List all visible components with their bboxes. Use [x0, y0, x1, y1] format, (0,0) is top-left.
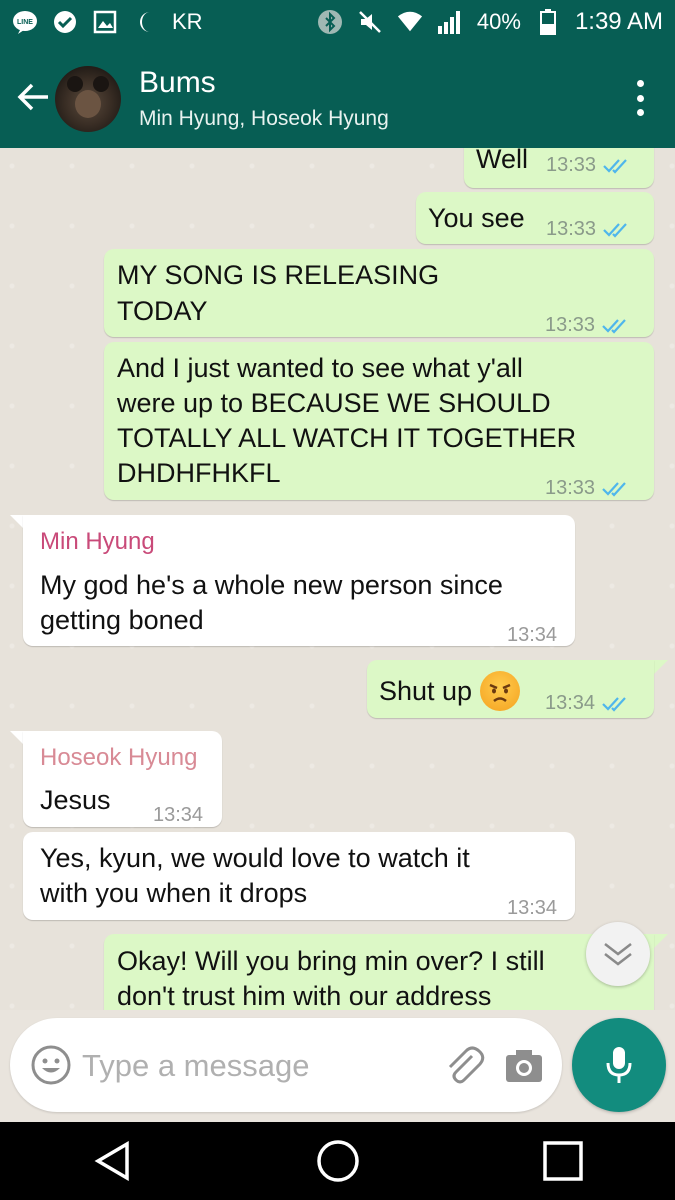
- battery-icon: [535, 9, 561, 35]
- message-incoming[interactable]: Hoseok Hyung Jesus 13:34: [23, 731, 222, 827]
- message-outgoing[interactable]: Shut up 13:34: [367, 660, 654, 718]
- message-text: Shut up: [379, 671, 521, 711]
- message-text-line: with you when it drops: [40, 878, 308, 908]
- group-members[interactable]: Min Hyung, Hoseok Hyung: [139, 107, 389, 131]
- camera-icon[interactable]: [504, 1048, 544, 1084]
- status-bar: LINE KR 40% 1:39 AM: [0, 0, 675, 44]
- nav-recents-button[interactable]: [533, 1131, 593, 1191]
- bubble-tail: [10, 515, 24, 529]
- message-text-line: TOTALLY ALL WATCH IT TOGETHER: [117, 423, 577, 453]
- triangle-back-icon: [94, 1141, 129, 1181]
- bubble-tail: [654, 660, 668, 674]
- read-receipt-icon: [602, 318, 626, 334]
- message-text-label: Shut up: [379, 675, 473, 706]
- message-text-line: TODAY: [117, 296, 208, 326]
- message-outgoing[interactable]: MY SONG IS RELEASING TODAY 13:33: [104, 249, 654, 337]
- check-circle-icon: [52, 9, 78, 35]
- angry-face-icon: [480, 671, 521, 711]
- read-receipt-icon: [603, 222, 627, 238]
- back-button[interactable]: [10, 74, 56, 120]
- read-receipt-icon: [602, 481, 626, 497]
- message-incoming[interactable]: Yes, kyun, we would love to watch it wit…: [23, 832, 575, 920]
- microphone-icon: [606, 1047, 632, 1083]
- read-receipt-icon: [603, 158, 627, 174]
- message-time: 13:33: [545, 314, 596, 336]
- message-text-line: don't trust him with our address: [117, 981, 492, 1010]
- message-text: Well: [476, 148, 529, 174]
- message-text: You see: [428, 203, 525, 233]
- chat-header: Bums Min Hyung, Hoseok Hyung: [0, 44, 675, 148]
- sender-name[interactable]: Min Hyung: [40, 524, 155, 559]
- svg-text:LINE: LINE: [17, 19, 33, 26]
- message-text-line: DHDHFHKFL: [117, 458, 281, 488]
- message-time: 13:33: [545, 477, 596, 499]
- message-meta: 13:34: [545, 686, 631, 721]
- message-meta: 13:33: [546, 212, 632, 247]
- message-text-line: Okay! Will you bring min over? I still: [117, 946, 545, 976]
- message-outgoing[interactable]: And I just wanted to see what y'all were…: [104, 342, 654, 500]
- message-meta: 13:33: [545, 308, 631, 343]
- message-time: 13:33: [546, 218, 597, 240]
- group-avatar[interactable]: [55, 66, 121, 132]
- message-time: 13:34: [507, 624, 558, 646]
- wifi-icon: [397, 9, 423, 35]
- sender-name[interactable]: Hoseok Hyung: [40, 740, 197, 775]
- emoji-icon[interactable]: [30, 1044, 72, 1086]
- message-time: 13:34: [545, 692, 596, 714]
- bluetooth-icon: [317, 9, 343, 35]
- composer: [10, 1018, 562, 1112]
- moon-icon: [132, 9, 158, 35]
- gallery-icon: [92, 9, 118, 35]
- back-arrow-icon: [17, 83, 48, 111]
- voice-record-button[interactable]: [572, 1018, 666, 1112]
- message-outgoing[interactable]: Well 13:33: [464, 148, 654, 188]
- message-time: 13:34: [507, 897, 558, 919]
- battery-percent: 40%: [476, 9, 521, 34]
- message-text-line: And I just wanted to see what y'all: [117, 353, 523, 383]
- square-recents-icon: [542, 1141, 583, 1181]
- message-input[interactable]: [80, 1042, 434, 1090]
- message-outgoing[interactable]: You see 13:33: [416, 192, 654, 244]
- message-time: 13:34: [153, 804, 204, 826]
- message-text-line: getting boned: [40, 605, 204, 635]
- system-navigation-bar: [0, 1122, 675, 1200]
- message-meta: 13:33: [545, 471, 631, 506]
- group-title[interactable]: Bums: [139, 66, 216, 100]
- message-list[interactable]: Well 13:33 You see 13:33 MY SONG IS RELE…: [0, 148, 675, 1010]
- bubble-tail: [10, 731, 24, 745]
- read-receipt-icon: [602, 696, 626, 712]
- overflow-menu-button[interactable]: [627, 76, 653, 120]
- message-incoming[interactable]: Min Hyung My god he's a whole new person…: [23, 515, 575, 646]
- nav-back-button[interactable]: [83, 1131, 143, 1191]
- message-text-line: Yes, kyun, we would love to watch it: [40, 843, 470, 873]
- double-chevron-down-icon: [604, 943, 632, 966]
- message-text: Jesus: [40, 785, 111, 815]
- message-text-line: were up to BECAUSE WE SHOULD: [117, 388, 551, 418]
- message-text-line: MY SONG IS RELEASING: [117, 260, 440, 290]
- message-time: 13:33: [546, 154, 597, 176]
- bubble-tail: [654, 934, 668, 948]
- clock: 1:39 AM: [574, 8, 663, 35]
- line-app-icon: LINE: [12, 9, 38, 35]
- message-meta: 13:33: [546, 148, 632, 183]
- scroll-to-bottom-button[interactable]: [586, 922, 650, 986]
- nav-home-button[interactable]: [308, 1131, 368, 1191]
- signal-icon: [437, 9, 463, 35]
- carrier-label: KR: [172, 9, 203, 34]
- message-outgoing[interactable]: Okay! Will you bring min over? I still d…: [104, 934, 654, 1010]
- attach-icon[interactable]: [442, 1044, 486, 1088]
- message-text-line: My god he's a whole new person since: [40, 570, 503, 600]
- mute-icon: [357, 9, 383, 35]
- circle-home-icon: [316, 1140, 359, 1182]
